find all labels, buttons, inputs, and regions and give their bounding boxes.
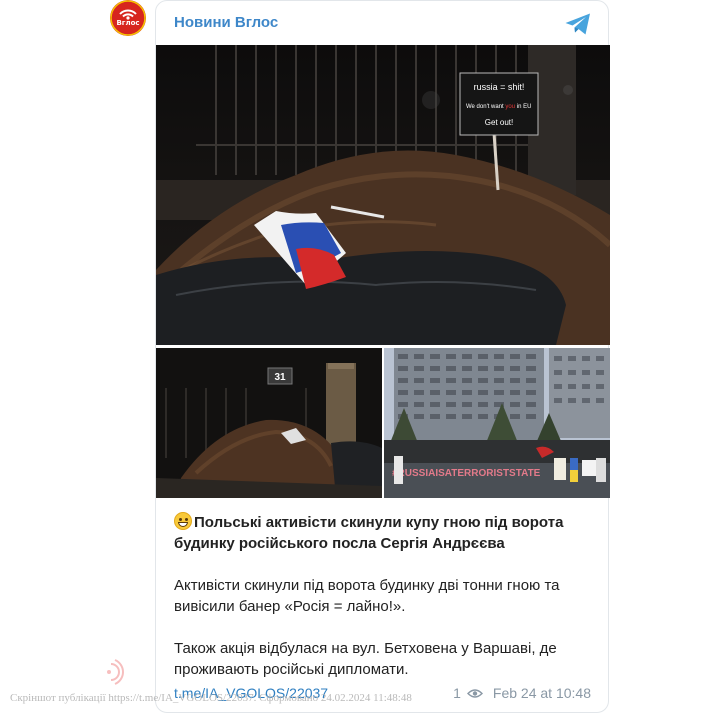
- avatar-label: Вглос: [116, 19, 140, 27]
- post-date: Feb 24 at 10:48: [492, 685, 591, 701]
- post-title-text: Польські активісти скинули купу гною під…: [174, 514, 564, 552]
- photo-left[interactable]: 31: [156, 348, 382, 498]
- view-count: 1: [453, 685, 461, 701]
- svg-text:We don't want you: We don't want you in EU: [466, 104, 531, 110]
- sign-line-2a: We don't want: [466, 104, 504, 110]
- sign-line-1: russia = shit!: [474, 82, 525, 92]
- message-card: Новини Вглос russia = shit! We don't wan…: [155, 0, 610, 713]
- screenshot-note: Скріншот публікації https://t.me/IA_VGOL…: [10, 692, 412, 704]
- channel-avatar[interactable]: Вглос: [110, 0, 146, 36]
- post-paragraph-1: Активісти скинули під ворота будинку дві…: [174, 577, 560, 615]
- signal-icon: [110, 0, 146, 36]
- telegram-icon[interactable]: [564, 11, 592, 37]
- eye-icon: [466, 689, 483, 698]
- photo-main[interactable]: russia = shit! We don't want you in EU G…: [156, 45, 610, 345]
- banner-text: #RUSSIAISATERRORISTSTATE: [392, 468, 541, 479]
- post-paragraph-2: Також акція відбулася на вул. Бетховена …: [174, 640, 557, 678]
- house-number: 31: [274, 372, 286, 383]
- channel-name[interactable]: Новини Вглос: [174, 14, 278, 31]
- sign-line-2b: you: [505, 104, 515, 110]
- post-meta: 1 Feb 24 at 10:48: [453, 685, 591, 701]
- grinning-face-emoji: [174, 512, 192, 530]
- post-title: Польські активісти скинули купу гною під…: [174, 512, 584, 554]
- sign-line-3: Get out!: [485, 118, 513, 127]
- photo-right[interactable]: #RUSSIAISATERRORISTSTATE: [384, 348, 610, 498]
- watermark-signal-icon: [107, 659, 124, 685]
- sign-line-2c: in EU: [517, 104, 532, 110]
